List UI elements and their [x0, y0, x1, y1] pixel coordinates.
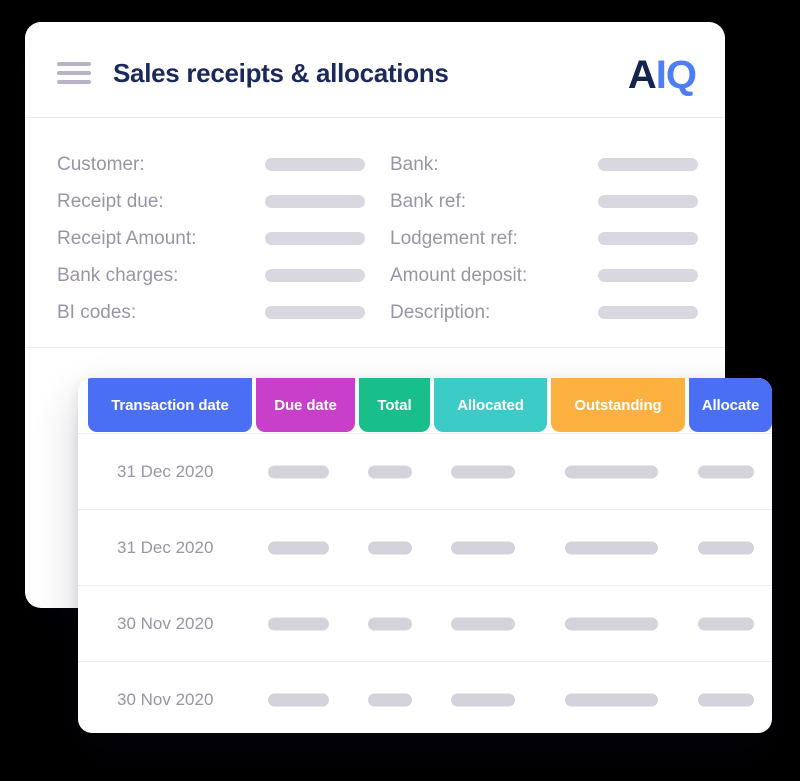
table-row[interactable]: 30 Nov 2020	[78, 662, 772, 733]
column-header-due-date[interactable]: Due date	[256, 378, 355, 432]
due-date-cell	[268, 541, 329, 554]
form-column-left: Customer: Receipt due: Receipt Amount: B…	[57, 146, 365, 331]
bank-charges-input[interactable]	[265, 269, 365, 282]
logo-text-iq: IQ	[655, 53, 697, 97]
form-field-amount-deposit: Amount deposit:	[390, 257, 698, 294]
field-label: Receipt due:	[57, 190, 164, 212]
outstanding-cell	[565, 541, 658, 554]
table-row[interactable]: 31 Dec 2020	[78, 510, 772, 586]
lodgement-ref-input[interactable]	[598, 232, 698, 245]
allocate-cell[interactable]	[698, 617, 754, 630]
field-label: Description:	[390, 301, 491, 323]
field-label: Lodgement ref:	[390, 227, 518, 249]
column-header-outstanding[interactable]: Outstanding	[551, 378, 685, 432]
amount-deposit-input[interactable]	[598, 269, 698, 282]
total-cell	[368, 465, 412, 478]
field-label: Customer:	[57, 153, 145, 175]
bi-codes-input[interactable]	[265, 306, 365, 319]
form-field-customer: Customer:	[57, 146, 365, 183]
field-label: Bank ref:	[390, 190, 467, 212]
bank-input[interactable]	[598, 158, 698, 171]
transaction-date-cell: 31 Dec 2020	[117, 461, 214, 481]
customer-input[interactable]	[265, 158, 365, 171]
form-field-bi-codes: BI codes:	[57, 294, 365, 331]
field-label: Amount deposit:	[390, 264, 528, 286]
column-header-allocated[interactable]: Allocated	[434, 378, 547, 432]
allocated-cell	[451, 617, 515, 630]
column-header-transaction-date[interactable]: Transaction date	[88, 378, 252, 432]
table-header: Transaction date Due date Total Allocate…	[78, 378, 772, 434]
form-field-receipt-amount: Receipt Amount:	[57, 220, 365, 257]
outstanding-cell	[565, 617, 658, 630]
column-header-total[interactable]: Total	[359, 378, 430, 432]
form-field-lodgement-ref: Lodgement ref:	[390, 220, 698, 257]
form-field-bank-ref: Bank ref:	[390, 183, 698, 220]
total-cell	[368, 617, 412, 630]
total-cell	[368, 541, 412, 554]
total-cell	[368, 693, 412, 706]
allocate-cell[interactable]	[698, 693, 754, 706]
table-body: 31 Dec 2020 31 Dec 2020 30 Nov 2020 30 N…	[78, 434, 772, 733]
field-label: Receipt Amount:	[57, 227, 197, 249]
allocated-cell	[451, 465, 515, 478]
receipt-amount-input[interactable]	[265, 232, 365, 245]
receipt-details-form: Customer: Receipt due: Receipt Amount: B…	[25, 118, 725, 348]
hamburger-menu-icon[interactable]	[57, 62, 91, 84]
logo-text-a: A	[627, 53, 657, 97]
allocations-table-card: Transaction date Due date Total Allocate…	[78, 378, 772, 733]
hamburger-line	[57, 62, 91, 66]
bank-ref-input[interactable]	[598, 195, 698, 208]
field-label: BI codes:	[57, 301, 137, 323]
transaction-date-cell: 30 Nov 2020	[117, 689, 214, 709]
due-date-cell	[268, 465, 329, 478]
table-row[interactable]: 30 Nov 2020	[78, 586, 772, 662]
aiq-logo: AIQ	[627, 53, 697, 97]
allocate-cell[interactable]	[698, 541, 754, 554]
column-header-allocate[interactable]: Allocate	[689, 378, 772, 432]
description-input[interactable]	[598, 306, 698, 319]
due-date-cell	[268, 617, 329, 630]
form-column-right: Bank: Bank ref: Lodgement ref: Amount de…	[390, 146, 698, 331]
hamburger-line	[57, 80, 91, 84]
receipt-due-input[interactable]	[265, 195, 365, 208]
hamburger-line	[57, 71, 91, 75]
outstanding-cell	[565, 693, 658, 706]
transaction-date-cell: 31 Dec 2020	[117, 537, 214, 557]
allocate-cell[interactable]	[698, 465, 754, 478]
form-field-bank-charges: Bank charges:	[57, 257, 365, 294]
transaction-date-cell: 30 Nov 2020	[117, 613, 214, 633]
form-field-description: Description:	[390, 294, 698, 331]
due-date-cell	[268, 693, 329, 706]
outstanding-cell	[565, 465, 658, 478]
allocated-cell	[451, 541, 515, 554]
field-label: Bank:	[390, 153, 439, 175]
allocated-cell	[451, 693, 515, 706]
form-field-receipt-due: Receipt due:	[57, 183, 365, 220]
form-field-bank: Bank:	[390, 146, 698, 183]
field-label: Bank charges:	[57, 264, 179, 286]
table-row[interactable]: 31 Dec 2020	[78, 434, 772, 510]
panel-header: Sales receipts & allocations AIQ	[25, 22, 725, 118]
page-title: Sales receipts & allocations	[113, 58, 449, 88]
